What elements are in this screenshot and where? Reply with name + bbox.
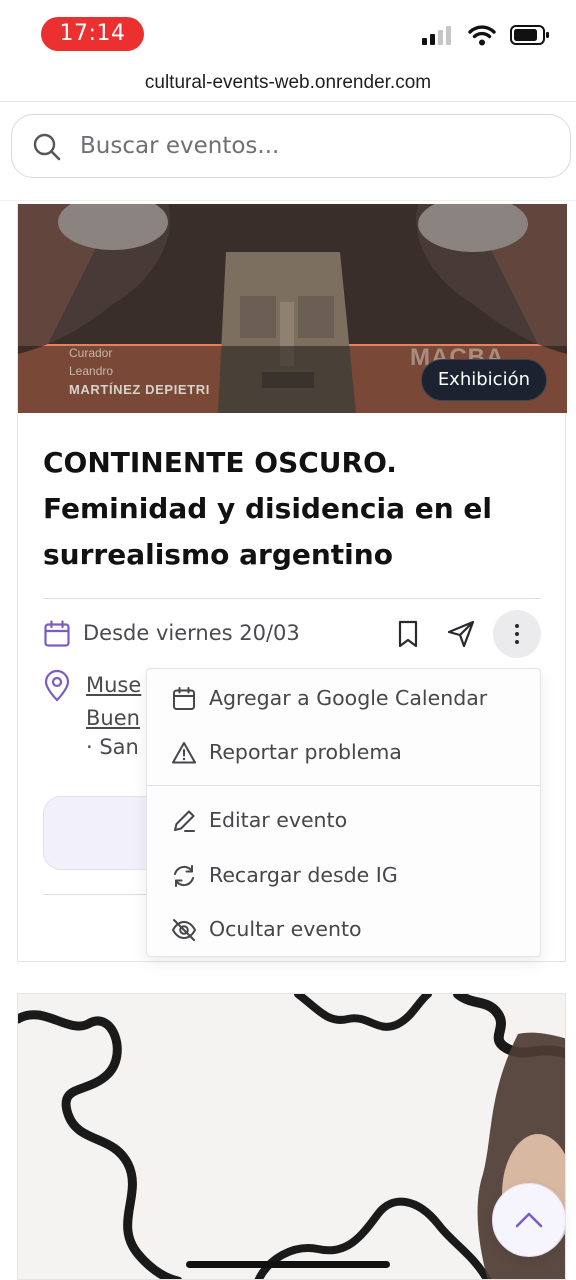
search-input[interactable]: [80, 125, 550, 167]
menu-item-hide-event[interactable]: Ocultar evento: [147, 904, 540, 954]
wifi-icon: [468, 25, 496, 46]
credit-first-name: Leandro: [69, 364, 114, 378]
more-options-button[interactable]: [493, 610, 541, 658]
menu-item-label: Editar evento: [209, 808, 348, 832]
menu-item-label: Ocultar evento: [209, 917, 362, 941]
event-title[interactable]: CONTINENTE OSCURO. Feminidad y disidenci…: [43, 440, 543, 578]
status-time: 17:14: [41, 17, 144, 51]
location-address: · San: [86, 735, 139, 759]
title-divider: [43, 598, 541, 599]
location-name[interactable]: Muse: [86, 668, 141, 702]
calendar-icon: [173, 687, 195, 710]
menu-item-edit-event[interactable]: Editar evento: [147, 795, 540, 845]
search-icon: [33, 133, 61, 161]
status-icons: [422, 24, 550, 46]
cellular-signal-icon: [422, 26, 451, 45]
more-vertical-icon: [515, 624, 519, 644]
eye-off-icon: [171, 919, 197, 941]
search-bar[interactable]: [11, 114, 571, 178]
event-options-menu: Agregar a Google Calendar Reportar probl…: [146, 668, 541, 957]
menu-separator: [147, 785, 540, 786]
share-icon[interactable]: [445, 618, 477, 650]
event-card-next[interactable]: [17, 993, 566, 1280]
credit-name: MARTÍNEZ DEPIETRI: [69, 382, 210, 397]
calendar-icon: [44, 620, 70, 647]
menu-item-report-problem[interactable]: Reportar problema: [147, 727, 540, 777]
event-type-badge: Exhibición: [420, 359, 547, 401]
menu-item-label: Reportar problema: [209, 740, 402, 764]
bookmark-icon[interactable]: [393, 618, 423, 650]
image-credit: Curador Leandro MARTÍNEZ DEPIETRI: [69, 344, 210, 400]
event-image[interactable]: Curador Leandro MARTÍNEZ DEPIETRI MACBA …: [18, 204, 567, 413]
menu-item-label: Recargar desde IG: [209, 863, 398, 887]
search-divider: [0, 200, 576, 201]
credit-label: Curador: [69, 346, 113, 360]
browser-url[interactable]: cultural-events-web.onrender.com: [0, 66, 576, 100]
menu-item-reload-ig[interactable]: Recargar desde IG: [147, 850, 540, 900]
warning-icon: [172, 742, 196, 764]
home-indicator[interactable]: [186, 1261, 390, 1268]
menu-item-add-calendar[interactable]: Agregar a Google Calendar: [147, 673, 540, 723]
event-date: Desde viernes 20/03: [83, 621, 300, 645]
refresh-icon: [174, 865, 194, 887]
location-pin-icon: [44, 670, 70, 702]
scroll-to-top-button[interactable]: [492, 1183, 566, 1257]
browser-divider: [0, 101, 576, 102]
event-image-next: [18, 994, 565, 1279]
status-bar: 17:14: [0, 0, 576, 66]
pencil-icon: [174, 810, 195, 832]
chevron-up-icon: [515, 1212, 543, 1228]
event-meta-row: Desde viernes 20/03: [43, 610, 543, 658]
battery-icon: [510, 25, 549, 45]
menu-item-label: Agregar a Google Calendar: [209, 686, 488, 710]
